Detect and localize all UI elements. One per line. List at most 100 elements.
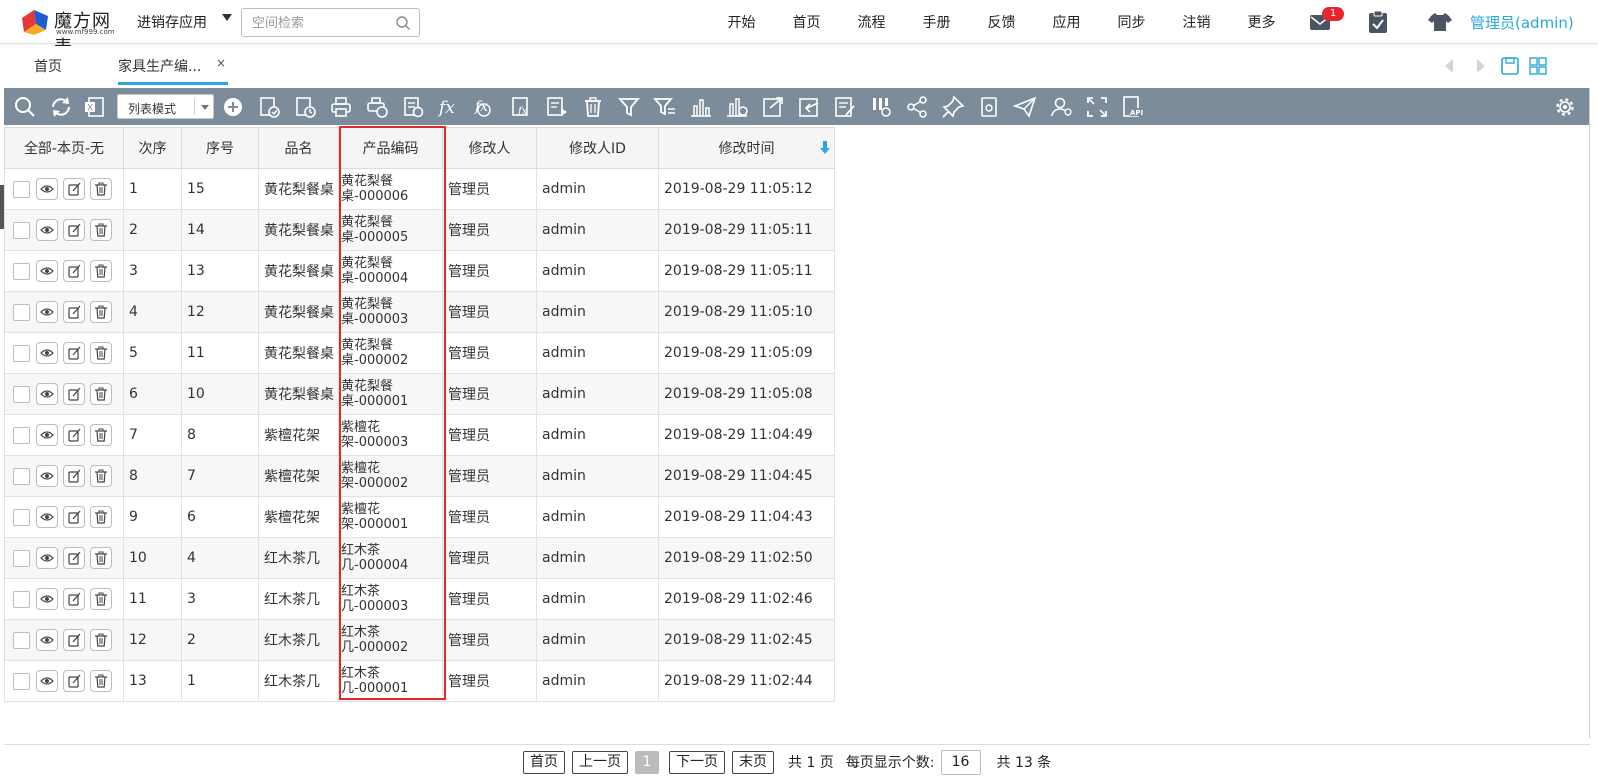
search-input[interactable] — [252, 14, 392, 32]
doc-settings-icon[interactable] — [400, 94, 426, 120]
export-icon[interactable] — [760, 94, 786, 120]
table-row[interactable]: 9 6 紫檀花架 紫檀花架-000001 管理员 admin 2019-08-29 11:0… — [4, 496, 835, 538]
nav-feedback[interactable]: 反馈 — [969, 12, 1034, 32]
refresh-icon[interactable] — [48, 94, 74, 120]
grid-layout-icon[interactable] — [1528, 56, 1548, 76]
view-icon[interactable] — [36, 547, 58, 569]
edit-icon[interactable] — [63, 342, 85, 364]
view-icon[interactable] — [36, 178, 58, 200]
table-row[interactable]: 10 4 红木茶几 红木茶几-000004 管理员 admin 2019-08-29 11:… — [4, 537, 835, 579]
excel-export-icon[interactable]: X — [82, 94, 108, 120]
nav-start[interactable]: 开始 — [709, 12, 774, 32]
col-modified-time[interactable]: 修改时间 — [658, 127, 835, 169]
tab-home[interactable]: 首页 — [34, 56, 62, 76]
send-icon[interactable] — [1012, 94, 1038, 120]
row-checkbox[interactable] — [13, 631, 30, 649]
user-sync-icon[interactable] — [1048, 94, 1074, 120]
edit-icon[interactable] — [63, 301, 85, 323]
row-checkbox[interactable] — [13, 262, 30, 280]
view-icon[interactable] — [36, 670, 58, 692]
delete-icon[interactable] — [90, 465, 112, 487]
delete-icon[interactable] — [90, 588, 112, 610]
row-checkbox[interactable] — [13, 672, 30, 690]
table-row[interactable]: 4 12 黄花梨餐桌 黄花梨餐桌-000003 管理员 admin 2019-08-29 1… — [4, 291, 835, 333]
prev-page-button[interactable]: 上一页 — [572, 750, 628, 774]
nav-manual[interactable]: 手册 — [904, 12, 969, 32]
delete-icon[interactable] — [90, 178, 112, 200]
first-page-button[interactable]: 首页 — [523, 750, 565, 774]
row-checkbox[interactable] — [13, 426, 30, 444]
app-selector[interactable]: 进销存应用 — [137, 12, 207, 32]
last-page-button[interactable]: 末页 — [732, 750, 774, 774]
view-icon[interactable] — [36, 424, 58, 446]
nav-apps[interactable]: 应用 — [1034, 12, 1099, 32]
formula-icon[interactable]: fx — [436, 94, 462, 120]
sort-desc-icon[interactable] — [820, 141, 830, 155]
nav-more[interactable]: 更多 — [1229, 12, 1294, 32]
row-checkbox[interactable] — [13, 180, 30, 198]
row-checkbox[interactable] — [13, 303, 30, 321]
table-row[interactable]: 7 8 紫檀花架 紫檀花架-000003 管理员 admin 2019-08-29 11:0… — [4, 414, 835, 456]
view-icon[interactable] — [36, 465, 58, 487]
close-tab-icon[interactable]: × — [216, 56, 226, 70]
theme-shirt-icon[interactable] — [1428, 12, 1452, 32]
edit-icon[interactable] — [63, 670, 85, 692]
bar-chart-icon[interactable] — [688, 94, 714, 120]
edit-icon[interactable] — [63, 383, 85, 405]
view-icon[interactable] — [36, 301, 58, 323]
table-row[interactable]: 3 13 黄花梨餐桌 黄花梨餐桌-000004 管理员 admin 2019-08-29 1… — [4, 250, 835, 292]
search-icon[interactable] — [12, 94, 38, 120]
view-icon[interactable] — [36, 260, 58, 282]
table-row[interactable]: 12 2 红木茶几 红木茶几-000002 管理员 admin 2019-08-29 11:… — [4, 619, 835, 661]
row-checkbox[interactable] — [13, 467, 30, 485]
edit-icon[interactable] — [63, 178, 85, 200]
col-seq[interactable]: 序号 — [181, 127, 259, 169]
edit-icon[interactable] — [63, 547, 85, 569]
side-handle[interactable] — [0, 185, 4, 229]
row-checkbox[interactable] — [13, 344, 30, 362]
col-product-code[interactable]: 产品编码 — [338, 127, 443, 169]
delete-icon[interactable] — [90, 383, 112, 405]
delete-icon[interactable] — [90, 342, 112, 364]
table-row[interactable]: 11 3 红木茶几 红木茶几-000003 管理员 admin 2019-08-29 11:… — [4, 578, 835, 620]
search-icon[interactable] — [395, 15, 411, 31]
gear-icon[interactable] — [1552, 94, 1578, 120]
edit-icon[interactable] — [63, 465, 85, 487]
user-menu[interactable]: 管理员(admin) — [1470, 12, 1574, 33]
view-icon[interactable] — [36, 383, 58, 405]
current-page[interactable]: 1 — [635, 750, 659, 774]
trash-icon[interactable] — [580, 94, 606, 120]
view-icon[interactable] — [36, 506, 58, 528]
row-checkbox[interactable] — [13, 549, 30, 567]
delete-icon[interactable] — [90, 219, 112, 241]
api-doc-icon[interactable]: API — [1120, 94, 1146, 120]
tab-next-icon[interactable] — [1470, 56, 1490, 76]
col-modifier[interactable]: 修改人 — [442, 127, 537, 169]
delete-icon[interactable] — [90, 301, 112, 323]
share-icon[interactable] — [904, 94, 930, 120]
next-page-button[interactable]: 下一页 — [669, 750, 725, 774]
table-row[interactable]: 6 10 黄花梨餐桌 黄花梨餐桌-000001 管理员 admin 2019-08-29 1… — [4, 373, 835, 415]
col-product-name[interactable]: 品名 — [258, 127, 339, 169]
table-row[interactable]: 2 14 黄花梨餐桌 黄花梨餐桌-000005 管理员 admin 2019-08-29 1… — [4, 209, 835, 251]
nav-sync[interactable]: 同步 — [1099, 12, 1164, 32]
col-modifier-id[interactable]: 修改人ID — [536, 127, 659, 169]
delete-icon[interactable] — [90, 506, 112, 528]
col-select-all[interactable]: 全部-本页-无 — [4, 127, 124, 169]
table-row[interactable]: 5 11 黄花梨餐桌 黄花梨餐桌-000002 管理员 admin 2019-08-29 1… — [4, 332, 835, 374]
run-doc-icon[interactable] — [544, 94, 570, 120]
tab-prev-icon[interactable] — [1440, 56, 1460, 76]
logo[interactable]: 魔方网表 www.mf999.com — [20, 6, 120, 58]
delete-icon[interactable] — [90, 260, 112, 282]
delete-icon[interactable] — [90, 670, 112, 692]
advanced-filter-icon[interactable] — [652, 94, 678, 120]
add-icon[interactable] — [220, 94, 246, 120]
calculate-icon[interactable]: fx — [472, 94, 498, 120]
row-checkbox[interactable] — [13, 590, 30, 608]
view-icon[interactable] — [36, 342, 58, 364]
doc-time-icon[interactable] — [292, 94, 318, 120]
view-icon[interactable] — [36, 219, 58, 241]
view-mode-select[interactable]: 列表模式 — [117, 94, 214, 119]
row-checkbox[interactable] — [13, 385, 30, 403]
print-settings-icon[interactable] — [364, 94, 390, 120]
